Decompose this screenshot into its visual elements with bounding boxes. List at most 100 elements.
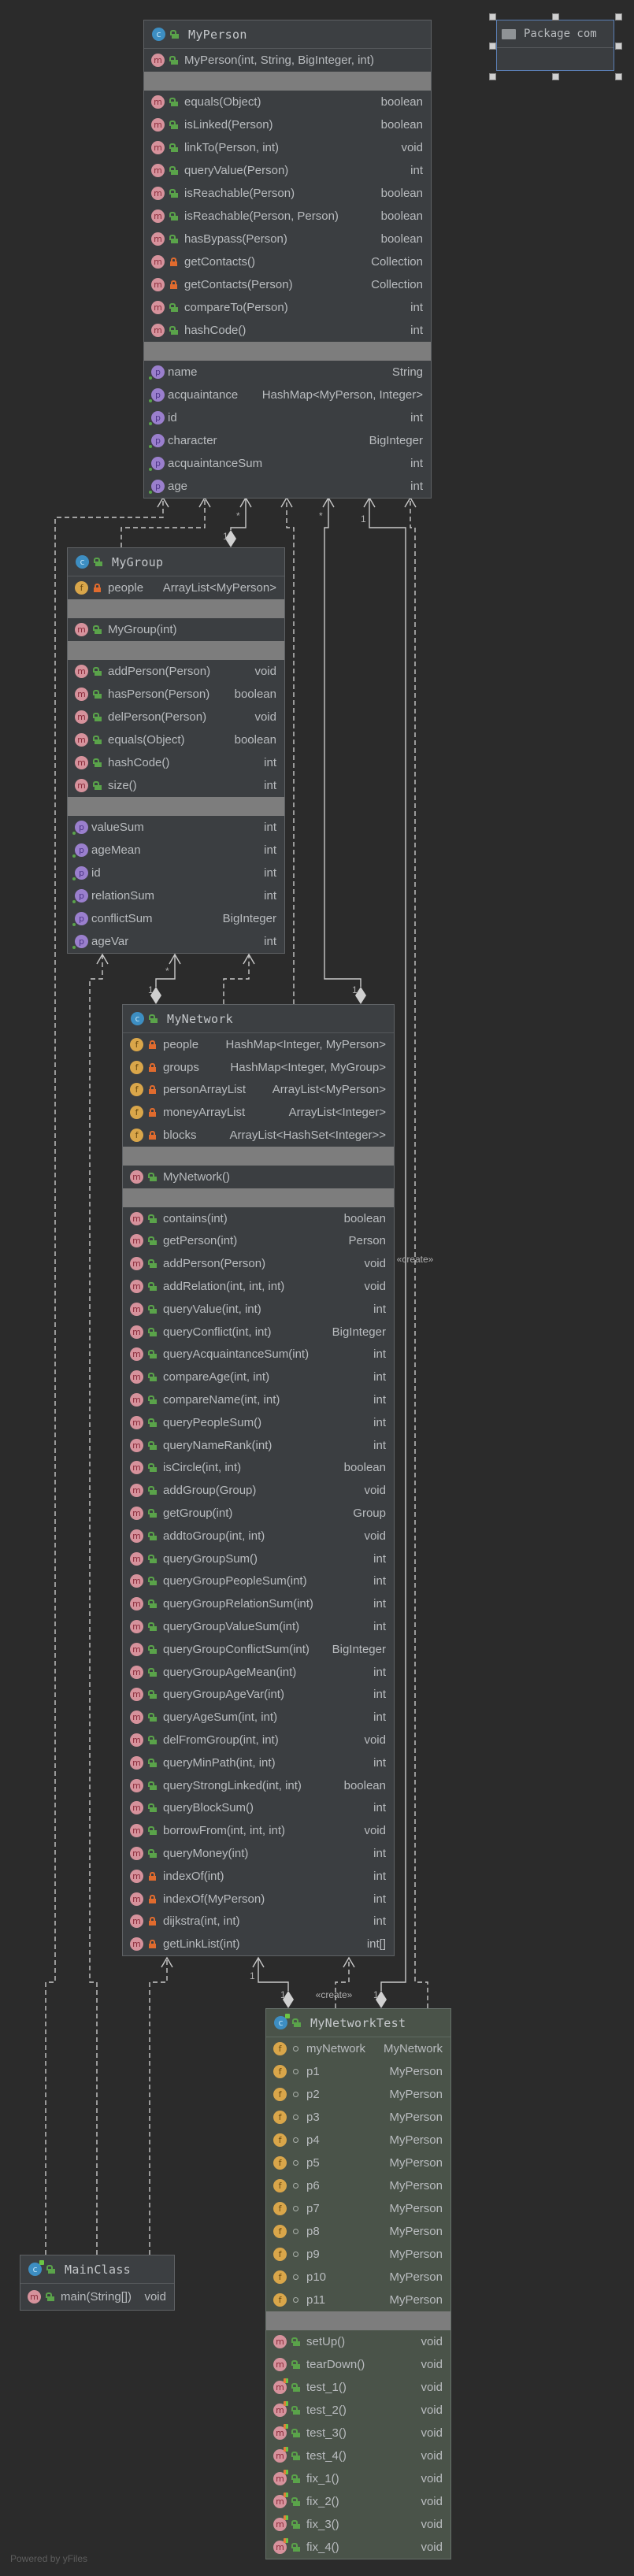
propertie-row[interactable]: p acquaintanceSum int [144, 452, 431, 475]
field-row[interactable]: f groups HashMap<Integer, MyGroup> [123, 1056, 394, 1079]
method-row[interactable]: m queryValue(int, int) int [123, 1298, 394, 1321]
method-row[interactable]: m queryNameRank(int) int [123, 1434, 394, 1457]
method-row[interactable]: m fix_1() void [266, 2467, 450, 2490]
method-row[interactable]: m addtoGroup(int, int) void [123, 1525, 394, 1547]
method-row[interactable]: m isLinked(Person) boolean [144, 113, 431, 136]
method-row[interactable]: m queryStrongLinked(int, int) boolean [123, 1774, 394, 1797]
field-row[interactable]: f p6 MyPerson [266, 2174, 450, 2197]
propertie-row[interactable]: p ageVar int [68, 930, 284, 953]
package-node[interactable]: Package com [496, 20, 614, 71]
resize-handle-n[interactable] [552, 13, 559, 20]
method-row[interactable]: m contains(int) boolean [123, 1207, 394, 1230]
method-row[interactable]: m addRelation(int, int, int) void [123, 1275, 394, 1298]
method-row[interactable]: m hasBypass(Person) boolean [144, 228, 431, 250]
method-row[interactable]: m getContacts(Person) Collection [144, 273, 431, 296]
resize-handle-nw[interactable] [489, 13, 496, 20]
field-row[interactable]: f p11 MyPerson [266, 2289, 450, 2311]
class-mynetwork[interactable]: c MyNetwork f people HashMap<Integer, MyPers… [122, 1004, 395, 1957]
method-row[interactable]: m compareName(int, int) int [123, 1388, 394, 1411]
class-myperson[interactable]: c MyPerson m MyPerson(int, String, BigInteg… [143, 20, 432, 499]
resize-handle-sw[interactable] [489, 73, 496, 80]
resize-handle-w[interactable] [489, 43, 496, 50]
field-row[interactable]: f moneyArrayList ArrayList<Integer> [123, 1101, 394, 1124]
class-mynetworktest[interactable]: c MyNetworkTest f myNetwork MyNetwork f p1 MyPe… [265, 2008, 451, 2559]
propertie-row[interactable]: p name String [144, 361, 431, 384]
propertie-row[interactable]: p conflictSum BigInteger [68, 907, 284, 930]
class-header[interactable]: c MyNetworkTest [266, 2009, 450, 2037]
propertie-row[interactable]: p valueSum int [68, 816, 284, 839]
method-row[interactable]: m dijkstra(int, int) int [123, 1910, 394, 1933]
propertie-row[interactable]: p age int [144, 475, 431, 498]
method-row[interactable]: m queryValue(Person) int [144, 159, 431, 182]
propertie-row[interactable]: p relationSum int [68, 884, 284, 907]
class-mygroup[interactable]: c MyGroup f people ArrayList<MyPerson> m MyGro… [67, 547, 285, 954]
method-row[interactable]: m test_1() void [266, 2376, 450, 2399]
method-row[interactable]: m hashCode() int [144, 319, 431, 342]
method-row[interactable]: m getGroup(int) Group [123, 1502, 394, 1525]
method-row[interactable]: m compareTo(Person) int [144, 296, 431, 319]
method-row[interactable]: m hashCode() int [68, 751, 284, 774]
field-row[interactable]: f personArrayList ArrayList<MyPerson> [123, 1079, 394, 1102]
method-row[interactable]: m delPerson(Person) void [68, 706, 284, 728]
method-row[interactable]: m addPerson(Person) void [123, 1252, 394, 1275]
method-row[interactable]: m delFromGroup(int, int) void [123, 1729, 394, 1751]
method-row[interactable]: m queryMoney(int) int [123, 1842, 394, 1865]
method-row[interactable]: m queryBlockSum() int [123, 1797, 394, 1820]
field-row[interactable]: f people HashMap<Integer, MyPerson> [123, 1033, 394, 1056]
method-row[interactable]: m getLinkList(int) int[] [123, 1933, 394, 1955]
method-row[interactable]: m equals(Object) boolean [144, 91, 431, 113]
method-row[interactable]: m fix_2() void [266, 2490, 450, 2513]
method-row[interactable]: m main(String[]) void [20, 2284, 174, 2310]
field-row[interactable]: f people ArrayList<MyPerson> [68, 576, 284, 599]
method-row[interactable]: m queryAcquaintanceSum(int) int [123, 1344, 394, 1366]
method-row[interactable]: m isCircle(int, int) boolean [123, 1457, 394, 1480]
propertie-row[interactable]: p id int [144, 406, 431, 429]
method-row[interactable]: m queryConflict(int, int) BigInteger [123, 1321, 394, 1344]
method-row[interactable]: m borrowFrom(int, int, int) void [123, 1819, 394, 1842]
field-row[interactable]: f p8 MyPerson [266, 2220, 450, 2243]
constructor-row[interactable]: m MyNetwork() [123, 1166, 394, 1188]
method-row[interactable]: m linkTo(Person, int) void [144, 136, 431, 159]
method-row[interactable]: m compareAge(int, int) int [123, 1366, 394, 1388]
method-row[interactable]: m queryMinPath(int, int) int [123, 1751, 394, 1774]
relation-dependency-line[interactable] [286, 498, 295, 1004]
method-row[interactable]: m getPerson(int) Person [123, 1230, 394, 1253]
field-row[interactable]: f p10 MyPerson [266, 2266, 450, 2289]
propertie-row[interactable]: p acquaintance HashMap<MyPerson, Integer> [144, 384, 431, 406]
class-header[interactable]: c MyGroup [68, 548, 284, 576]
method-row[interactable]: m queryGroupValueSum(int) int [123, 1615, 394, 1638]
method-row[interactable]: m indexOf(int) int [123, 1865, 394, 1888]
field-row[interactable]: f p1 MyPerson [266, 2060, 450, 2083]
method-row[interactable]: m test_3() void [266, 2422, 450, 2444]
method-row[interactable]: m queryGroupAgeVar(int) int [123, 1684, 394, 1707]
method-row[interactable]: m isReachable(Person) boolean [144, 182, 431, 205]
relation-dependency-line[interactable] [410, 498, 428, 2008]
relation-composition-line[interactable] [324, 498, 361, 987]
class-header[interactable]: c MyPerson [144, 20, 431, 49]
field-row[interactable]: f myNetwork MyNetwork [266, 2037, 450, 2060]
method-row[interactable]: m getContacts() Collection [144, 250, 431, 273]
class-header[interactable]: c MainClass [20, 2255, 174, 2284]
method-row[interactable]: m queryGroupAgeMean(int) int [123, 1661, 394, 1684]
method-row[interactable]: m setUp() void [266, 2330, 450, 2353]
method-row[interactable]: m size() int [68, 774, 284, 797]
class-mainclass[interactable]: c MainClass m main(String[]) void [20, 2255, 175, 2311]
constructor-row[interactable]: m MyPerson(int, String, BigInteger, int) [144, 49, 431, 72]
field-row[interactable]: f blocks ArrayList<HashSet<Integer>> [123, 1124, 394, 1147]
method-row[interactable]: m hasPerson(Person) boolean [68, 683, 284, 706]
method-row[interactable]: m addGroup(Group) void [123, 1479, 394, 1502]
field-row[interactable]: f p4 MyPerson [266, 2129, 450, 2152]
field-row[interactable]: f p5 MyPerson [266, 2152, 450, 2174]
relation-dependency-line[interactable] [149, 1958, 168, 2255]
method-row[interactable]: m queryGroupConflictSum(int) BigInteger [123, 1638, 394, 1661]
resize-handle-s[interactable] [552, 73, 559, 80]
resize-handle-e[interactable] [615, 43, 622, 50]
method-row[interactable]: m queryPeopleSum() int [123, 1411, 394, 1434]
resize-handle-ne[interactable] [615, 13, 622, 20]
relation-composition-line[interactable] [258, 1958, 289, 1991]
method-row[interactable]: m queryGroupRelationSum(int) int [123, 1592, 394, 1615]
method-row[interactable]: m equals(Object) boolean [68, 728, 284, 751]
method-row[interactable]: m queryAgeSum(int, int) int [123, 1706, 394, 1729]
resize-handle-se[interactable] [615, 73, 622, 80]
method-row[interactable]: m addPerson(Person) void [68, 660, 284, 683]
